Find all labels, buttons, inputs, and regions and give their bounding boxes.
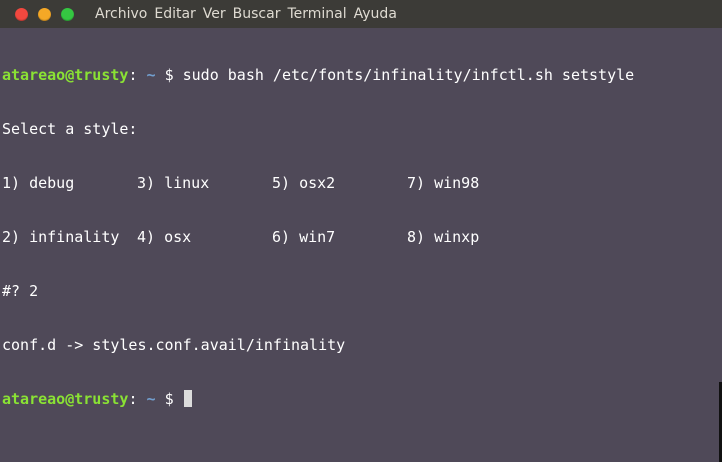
option-winxp: 8) winxp	[407, 228, 480, 246]
prompt-sign: $	[164, 390, 174, 408]
prompt-sign: $	[164, 66, 174, 84]
option-infinality: 2) infinality	[2, 228, 120, 246]
terminal-output[interactable]: atareao@trusty: ~ $ sudo bash /etc/fonts…	[2, 30, 720, 460]
menu-buscar[interactable]: Buscar	[233, 6, 281, 22]
menu-editar[interactable]: Editar	[154, 6, 195, 22]
menu-bar: Archivo Editar Ver Buscar Terminal Ayuda	[95, 0, 404, 28]
option-debug: 1) debug	[2, 174, 75, 192]
menu-terminal[interactable]: Terminal	[287, 6, 346, 22]
option-win98: 7) win98	[407, 174, 480, 192]
options-row-1: 1) debug 3) linux 5) osx2 7) win98	[2, 174, 720, 192]
prompt-user-host: atareao@trusty	[2, 390, 129, 408]
maximize-window-button[interactable]	[61, 8, 74, 21]
minimize-window-button[interactable]	[38, 8, 51, 21]
menu-archivo[interactable]: Archivo	[95, 6, 147, 22]
close-window-button[interactable]	[15, 8, 28, 21]
select-prompt-line: Select a style:	[2, 120, 138, 138]
window-titlebar: Archivo Editar Ver Buscar Terminal Ayuda	[0, 0, 722, 28]
command-text: sudo bash /etc/fonts/infinality/infctl.s…	[182, 66, 635, 84]
text-cursor	[183, 390, 192, 407]
option-linux: 3) linux	[137, 174, 210, 192]
current-prompt-line: atareao@trusty: ~ $	[2, 390, 720, 408]
menu-ayuda[interactable]: Ayuda	[354, 6, 397, 22]
prompt-colon: :	[128, 390, 138, 408]
option-osx2: 5) osx2	[272, 174, 336, 192]
prompt-path: ~	[146, 390, 156, 408]
options-row-2: 2) infinality 4) osx 6) win7 8) winxp	[2, 228, 720, 246]
option-win7: 6) win7	[272, 228, 336, 246]
menu-ver[interactable]: Ver	[203, 6, 226, 22]
result-line: conf.d -> styles.conf.avail/infinality	[2, 336, 346, 354]
prompt-user-host: atareao@trusty	[2, 66, 129, 84]
command-line: atareao@trusty: ~ $ sudo bash /etc/fonts…	[2, 66, 720, 84]
option-osx: 4) osx	[137, 228, 192, 246]
prompt-colon: :	[128, 66, 138, 84]
answer-line: #? 2	[2, 282, 39, 300]
prompt-path: ~	[146, 66, 156, 84]
